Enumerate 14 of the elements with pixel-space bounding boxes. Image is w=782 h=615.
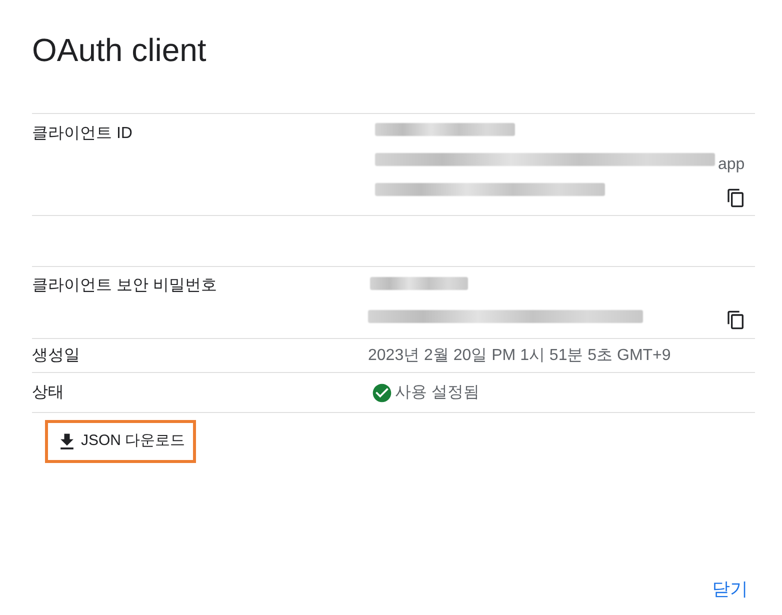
copy-button[interactable] [726,308,746,330]
field-label: 클라이언트 ID [32,125,132,142]
copy-button[interactable] [726,187,746,209]
dialog-title: OAuth client [32,31,206,70]
created-date: 2023년 2월 20일 PM 1시 51분 5초 GMT+9 [368,346,671,366]
close-button[interactable]: 닫기 [710,577,750,601]
client-id-fragment: app [718,155,745,175]
field-label: 생성일 [32,346,80,364]
field-label: 클라이언트 보안 비밀번호 [32,277,217,294]
copy-icon [726,308,746,330]
field-label: 상태 [32,384,64,400]
copy-icon [726,187,746,209]
status-text: 사용 설정됨 [395,382,480,402]
json-download-button[interactable]: JSON 다운로드 [45,420,196,463]
